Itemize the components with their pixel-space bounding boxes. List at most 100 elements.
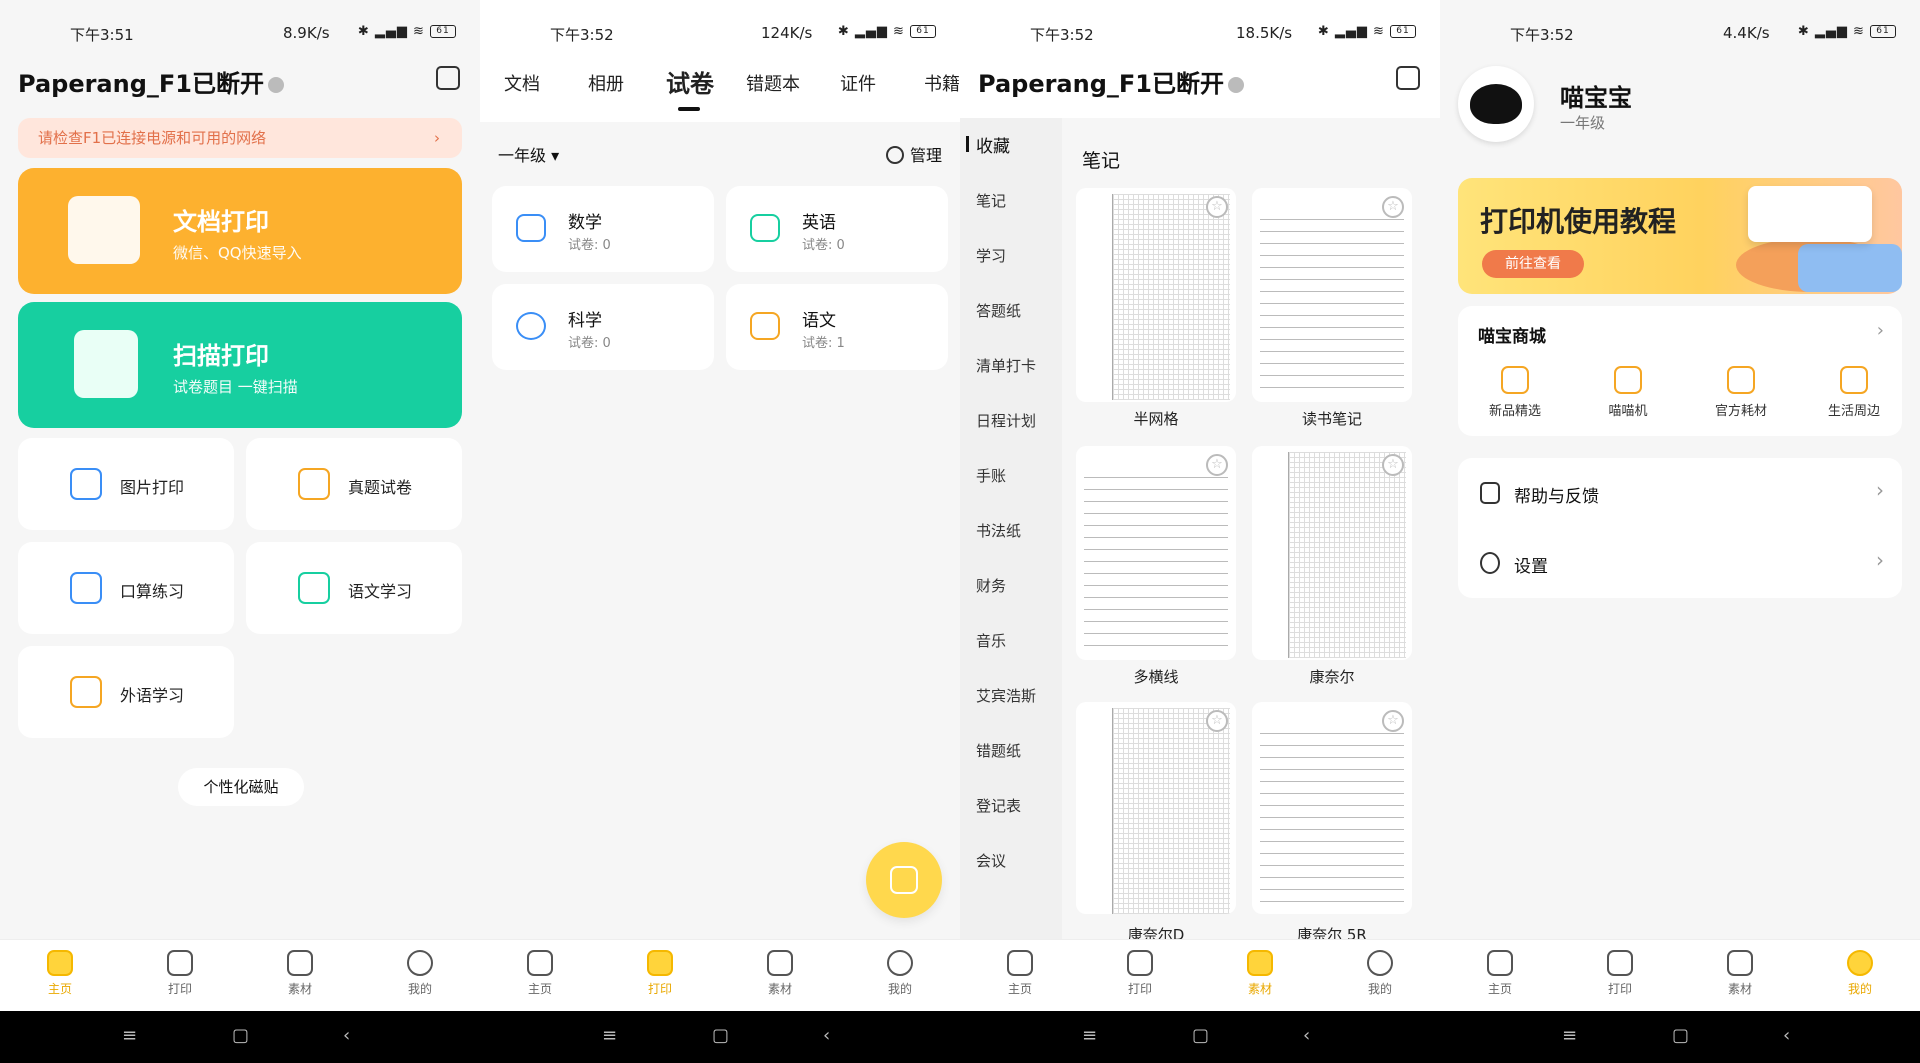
nav-mine[interactable]: 我的 [1350, 950, 1410, 997]
tab-id[interactable]: 证件 [840, 70, 876, 96]
menu-icon[interactable]: ≡ [122, 1025, 137, 1046]
tab-documents[interactable]: 文档 [504, 70, 540, 96]
disconnected-dot-icon [1228, 77, 1244, 93]
nav-material[interactable]: 素材 [1710, 950, 1770, 997]
menu-icon[interactable]: ≡ [602, 1025, 617, 1046]
template-card[interactable]: ☆ [1076, 188, 1236, 402]
manage-button[interactable]: 管理 [885, 142, 942, 166]
nav-material[interactable]: 素材 [750, 950, 810, 997]
chevron-right-icon[interactable]: › [1877, 320, 1884, 341]
customize-tiles-button[interactable]: 个性化磁贴 [178, 768, 304, 806]
settings-icon [1480, 552, 1500, 574]
nav-print[interactable]: 打印 [1590, 950, 1650, 997]
tile-label: 真题试卷 [348, 478, 413, 497]
nav-home[interactable]: 主页 [30, 950, 90, 997]
template-card[interactable]: ☆ [1076, 446, 1236, 660]
tab-album[interactable]: 相册 [588, 70, 624, 96]
device-status-title[interactable]: Paperang_F1已断开 [18, 64, 284, 99]
tutorial-banner[interactable]: 打印机使用教程 前往查看 [1458, 178, 1902, 294]
category-item[interactable]: 艾宾浩斯 [976, 685, 1036, 706]
star-icon[interactable]: ☆ [1382, 710, 1404, 732]
signal-wifi-icon: ✱ ▂▄▆ ≋ 61 [1798, 24, 1896, 39]
tab-mistakes[interactable]: 错题本 [746, 70, 800, 96]
star-icon[interactable]: ☆ [1206, 454, 1228, 476]
shop-title[interactable]: 喵宝商城 [1478, 322, 1546, 347]
category-item[interactable]: 错题纸 [976, 740, 1021, 761]
shop-item-new[interactable]: 新品精选 [1465, 366, 1565, 419]
back-icon[interactable]: ‹ [1783, 1025, 1790, 1046]
menu-icon[interactable]: ≡ [1562, 1025, 1577, 1046]
nav-mine[interactable]: 我的 [870, 950, 930, 997]
subject-card-science[interactable]: 科学 试卷: 0 [492, 284, 714, 370]
tile-real-exam[interactable]: 真题试卷 [246, 438, 462, 530]
home-square-icon[interactable]: ▢ [1672, 1025, 1689, 1046]
nav-mine[interactable]: 我的 [1830, 950, 1890, 997]
back-icon[interactable]: ‹ [343, 1025, 350, 1046]
user-icon [887, 950, 913, 976]
nav-mine[interactable]: 我的 [390, 950, 450, 997]
profile-screen: 下午3:52 4.4K/s ✱ ▂▄▆ ≋ 61 喵宝宝 一年级 打印机使用教程… [1440, 0, 1920, 1063]
menu-help-feedback[interactable]: 帮助与反馈 › [1458, 458, 1902, 528]
template-card[interactable]: ☆ [1252, 446, 1412, 660]
banner-view-button[interactable]: 前往查看 [1482, 250, 1584, 278]
tile-image-print[interactable]: 图片打印 [18, 438, 234, 530]
star-icon[interactable]: ☆ [1206, 710, 1228, 732]
camera-scan-button[interactable] [866, 842, 942, 918]
nav-material[interactable]: 素材 [1230, 950, 1290, 997]
home-square-icon[interactable]: ▢ [712, 1025, 729, 1046]
device-status-title[interactable]: Paperang_F1已断开 [978, 64, 1244, 99]
network-warning-banner[interactable]: 请检查F1已连接电源和可用的网络 › [18, 118, 462, 158]
category-item[interactable]: 会议 [976, 850, 1006, 871]
category-item[interactable]: 音乐 [976, 630, 1006, 651]
category-item[interactable]: 财务 [976, 575, 1006, 596]
category-item[interactable]: 登记表 [976, 795, 1021, 816]
subject-card-chinese[interactable]: 语文 试卷: 1 [726, 284, 948, 370]
category-item[interactable]: 笔记 [976, 190, 1006, 211]
tab-exam[interactable]: 试卷 [666, 64, 714, 111]
grade-dropdown[interactable]: 一年级 ▾ [498, 142, 559, 166]
scan-icon[interactable] [1396, 66, 1420, 90]
category-item[interactable]: 答题纸 [976, 300, 1021, 321]
category-item[interactable]: 学习 [976, 245, 1006, 266]
category-item[interactable]: 书法纸 [976, 520, 1021, 541]
template-card[interactable]: ☆ [1252, 702, 1412, 914]
nav-print[interactable]: 打印 [1110, 950, 1170, 997]
nav-material[interactable]: 素材 [270, 950, 330, 997]
printer-icon [1607, 950, 1633, 976]
nav-label: 打印 [1607, 982, 1632, 996]
shop-item-printer[interactable]: 喵喵机 [1578, 366, 1678, 419]
menu-icon[interactable]: ≡ [1082, 1025, 1097, 1046]
tile-foreign-language[interactable]: 外语学习 [18, 646, 234, 738]
shop-item-lifestyle[interactable]: 生活周边 [1804, 366, 1904, 419]
home-square-icon[interactable]: ▢ [1192, 1025, 1209, 1046]
scan-icon[interactable] [436, 66, 460, 90]
subject-card-math[interactable]: 数学 试卷: 0 [492, 186, 714, 272]
subject-card-english[interactable]: 英语 试卷: 0 [726, 186, 948, 272]
avatar[interactable] [1458, 66, 1534, 142]
star-icon[interactable]: ☆ [1382, 454, 1404, 476]
nav-print[interactable]: 打印 [150, 950, 210, 997]
nav-home[interactable]: 主页 [510, 950, 570, 997]
shop-item-supplies[interactable]: 官方耗材 [1691, 366, 1791, 419]
document-print-card[interactable]: 文档打印 微信、QQ快速导入 [18, 168, 462, 294]
tab-books[interactable]: 书籍 [924, 70, 960, 96]
category-item[interactable]: 清单打卡 [976, 355, 1036, 376]
star-icon[interactable]: ☆ [1206, 196, 1228, 218]
banner-title: 打印机使用教程 [1480, 205, 1677, 238]
template-card[interactable]: ☆ [1076, 702, 1236, 914]
home-square-icon[interactable]: ▢ [232, 1025, 249, 1046]
menu-settings[interactable]: 设置 › [1458, 528, 1902, 598]
nav-home[interactable]: 主页 [1470, 950, 1530, 997]
nav-home[interactable]: 主页 [990, 950, 1050, 997]
nav-print[interactable]: 打印 [630, 950, 690, 997]
category-item[interactable]: 手账 [976, 465, 1006, 486]
category-item[interactable]: 收藏 [966, 132, 1010, 157]
back-icon[interactable]: ‹ [823, 1025, 830, 1046]
tile-mental-math[interactable]: 口算练习 [18, 542, 234, 634]
category-item[interactable]: 日程计划 [976, 410, 1036, 431]
back-icon[interactable]: ‹ [1303, 1025, 1310, 1046]
tile-chinese-study[interactable]: 语文学习 [246, 542, 462, 634]
scan-print-card[interactable]: 扫描打印 试卷题目 一键扫描 [18, 302, 462, 428]
star-icon[interactable]: ☆ [1382, 196, 1404, 218]
template-card[interactable]: ☆ [1252, 188, 1412, 402]
